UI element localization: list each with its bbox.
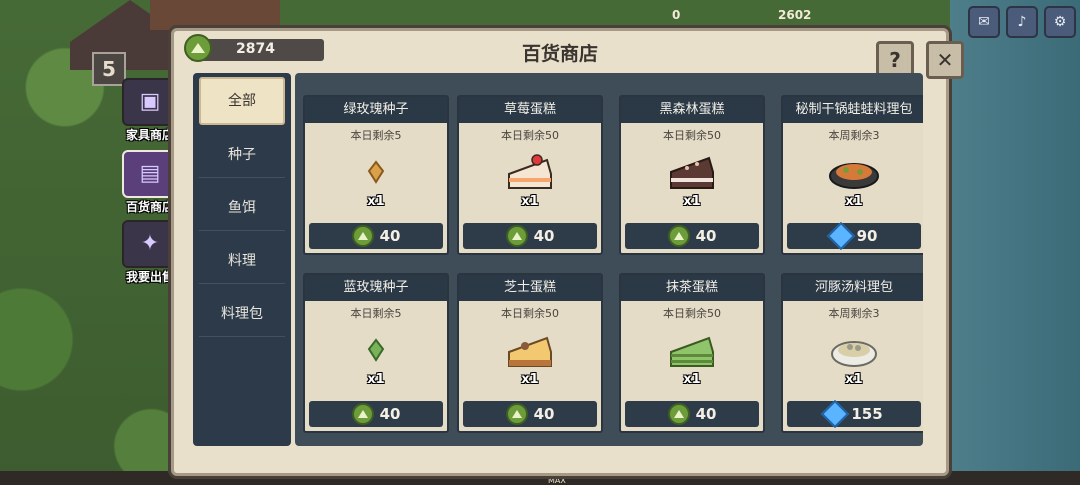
store-icon: ▤ xyxy=(122,150,178,198)
coin-icon xyxy=(667,403,690,425)
blue-rose-seed-icon xyxy=(346,327,406,373)
item-card-frog-dish-pack[interactable]: 秘制干锅蛙蛙料理包 本周剩余3 x1 90 xyxy=(781,95,923,255)
strawberry-cake-icon xyxy=(500,149,560,195)
tab-cuisine[interactable]: 料理 xyxy=(199,239,285,284)
item-price: 40 xyxy=(379,405,401,423)
item-price: 40 xyxy=(533,405,555,423)
buy-button[interactable]: 40 xyxy=(625,401,759,427)
item-remain: 本日剩余5 xyxy=(350,129,402,142)
coin-icon xyxy=(505,225,528,247)
item-name: 抹茶蛋糕 xyxy=(621,275,763,301)
item-remain: 本日剩余50 xyxy=(501,129,559,142)
item-name: 芝士蛋糕 xyxy=(459,275,601,301)
item-qty: x1 xyxy=(683,194,701,209)
item-card-cheesecake[interactable]: 芝士蛋糕 本日剩余50 x1 40 xyxy=(457,273,603,433)
river xyxy=(950,0,1080,485)
coin-icon xyxy=(505,403,528,425)
item-price: 90 xyxy=(856,227,878,245)
item-card-black-forest-cake[interactable]: 黑森林蛋糕 本日剩余50 x1 40 xyxy=(619,95,765,255)
item-price: 40 xyxy=(695,405,717,423)
coin-icon xyxy=(184,34,212,62)
item-price: 40 xyxy=(379,227,401,245)
coin-amount: 2874 xyxy=(236,41,275,57)
tab-bait[interactable]: 鱼饵 xyxy=(199,186,285,231)
item-price: 40 xyxy=(695,227,717,245)
item-price: 155 xyxy=(851,405,883,423)
buy-button[interactable]: 40 xyxy=(463,223,597,249)
item-grid: 绿玫瑰种子 本日剩余5 x1 40 草莓蛋糕 本日剩余50 x1 40 黑森林蛋… xyxy=(295,73,923,446)
item-name: 黑森林蛋糕 xyxy=(621,97,763,123)
item-remain: 本周剩余3 xyxy=(828,307,880,320)
resource1-value: 0 xyxy=(672,8,681,22)
sound-icon[interactable]: ♪ xyxy=(1006,6,1038,38)
item-remain: 本周剩余3 xyxy=(828,129,880,142)
close-button[interactable]: ✕ xyxy=(926,41,964,79)
item-remain: 本日剩余50 xyxy=(663,307,721,320)
coin-icon xyxy=(351,225,374,247)
item-card-green-rose-seed[interactable]: 绿玫瑰种子 本日剩余5 x1 40 xyxy=(303,95,449,255)
item-qty: x1 xyxy=(845,372,863,387)
item-card-blue-rose-seed[interactable]: 蓝玫瑰种子 本日剩余5 x1 40 xyxy=(303,273,449,433)
item-remain: 本日剩余50 xyxy=(663,129,721,142)
coin-balance: 2874 xyxy=(184,34,324,62)
max-label: MAX xyxy=(548,476,566,485)
resource2-value: 2602 xyxy=(778,8,812,22)
category-tabs: 全部 种子 鱼饵 料理 料理包 xyxy=(193,73,291,446)
tab-cuisine-pack[interactable]: 料理包 xyxy=(199,292,285,337)
tab-all[interactable]: 全部 xyxy=(199,77,285,125)
buy-button[interactable]: 155 xyxy=(787,399,921,429)
shop-building xyxy=(150,0,280,30)
item-name: 河豚汤料理包 xyxy=(783,275,923,301)
frog-dish-pack-icon xyxy=(824,149,884,195)
furniture-icon: ▣ xyxy=(122,78,178,126)
item-qty: x1 xyxy=(521,372,539,387)
buy-button[interactable]: 40 xyxy=(463,401,597,427)
matcha-cake-icon xyxy=(662,327,722,373)
buy-button[interactable]: 40 xyxy=(309,401,443,427)
item-name: 草莓蛋糕 xyxy=(459,97,601,123)
sell-icon: ✦ xyxy=(122,220,178,268)
cheesecake-icon xyxy=(500,327,560,373)
item-qty: x1 xyxy=(367,194,385,209)
item-price: 40 xyxy=(533,227,555,245)
item-name: 蓝玫瑰种子 xyxy=(305,275,447,301)
item-remain: 本日剩余50 xyxy=(501,307,559,320)
item-qty: x1 xyxy=(367,372,385,387)
gem-icon xyxy=(826,221,855,251)
item-qty: x1 xyxy=(683,372,701,387)
item-name: 绿玫瑰种子 xyxy=(305,97,447,123)
pufferfish-soup-pack-icon xyxy=(824,327,884,373)
coin-icon xyxy=(667,225,690,247)
item-qty: x1 xyxy=(845,194,863,209)
item-remain: 本日剩余5 xyxy=(350,307,402,320)
item-name: 秘制干锅蛙蛙料理包 xyxy=(783,97,923,123)
buy-button[interactable]: 90 xyxy=(787,221,921,251)
coin-icon xyxy=(351,403,374,425)
item-card-strawberry-cake[interactable]: 草莓蛋糕 本日剩余50 x1 40 xyxy=(457,95,603,255)
item-qty: x1 xyxy=(521,194,539,209)
shop-panel: 百货商店 2874 ? ✕ 全部 种子 鱼饵 料理 料理包 绿玫瑰种子 本日剩余… xyxy=(171,28,964,476)
gem-icon xyxy=(821,399,850,429)
item-card-pufferfish-soup-pack[interactable]: 河豚汤料理包 本周剩余3 x1 155 xyxy=(781,273,923,433)
mail-icon[interactable]: ✉ xyxy=(968,6,1000,38)
item-card-matcha-cake[interactable]: 抹茶蛋糕 本日剩余50 x1 40 xyxy=(619,273,765,433)
green-rose-seed-icon xyxy=(346,149,406,195)
tab-seeds[interactable]: 种子 xyxy=(199,133,285,178)
buy-button[interactable]: 40 xyxy=(309,223,443,249)
black-forest-cake-icon xyxy=(662,149,722,195)
settings-icon[interactable]: ⚙ xyxy=(1044,6,1076,38)
buy-button[interactable]: 40 xyxy=(625,223,759,249)
